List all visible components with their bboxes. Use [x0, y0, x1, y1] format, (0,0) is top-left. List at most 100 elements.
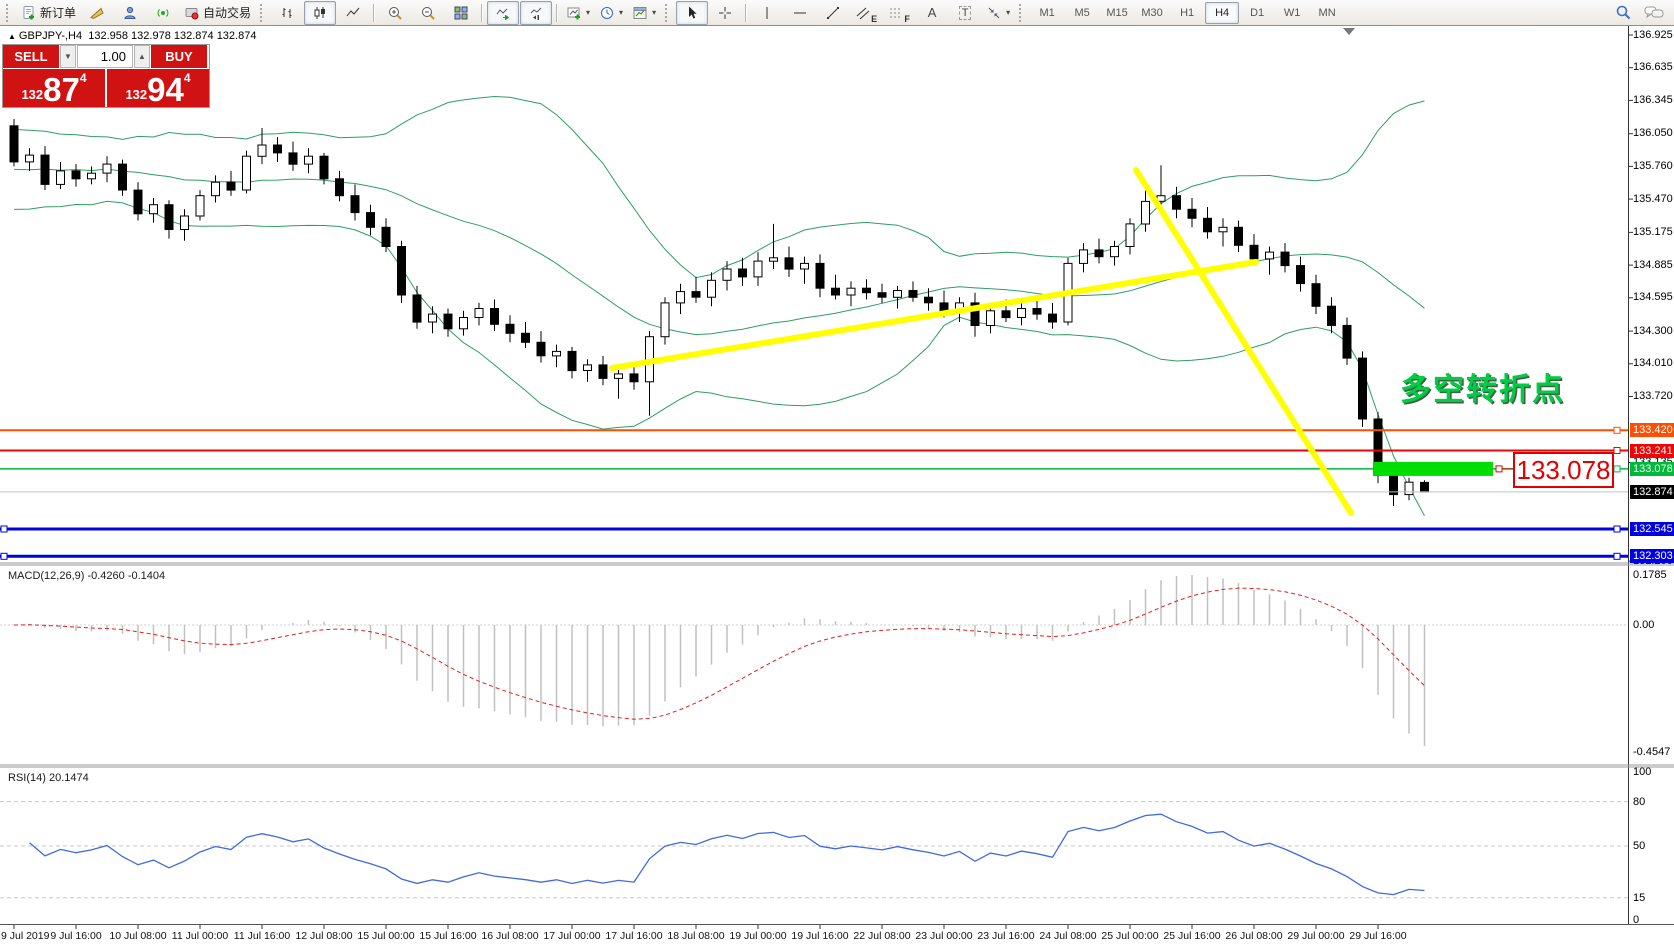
rsi-axis-label: 100	[1633, 766, 1651, 778]
chart-shift-icon	[528, 5, 544, 21]
search-icon[interactable]	[1615, 4, 1632, 21]
text-tool-letter: A	[928, 5, 937, 20]
toolbar-grip[interactable]	[1019, 4, 1025, 22]
price-tick-label: 134.595	[1633, 291, 1673, 303]
price-tick-label: 136.345	[1633, 94, 1673, 106]
sell-price[interactable]: 132874	[3, 69, 105, 107]
main-toolbar: 新订单 自动交易 ▾ ▾	[0, 0, 1674, 26]
profile-button[interactable]	[114, 1, 146, 25]
templates-button[interactable]: ▾	[628, 1, 660, 25]
price-level-badge: 133.420	[1630, 423, 1674, 437]
collapse-icon[interactable]: ▲	[8, 32, 16, 41]
text-label-button[interactable]: T	[949, 1, 981, 25]
chevron-down-icon: ▾	[652, 8, 656, 17]
arrows-button[interactable]: ▾	[982, 1, 1014, 25]
volume-decrease-button[interactable]: ▼	[60, 45, 76, 68]
auto-trading-icon	[184, 5, 200, 21]
line-chart-button[interactable]	[337, 1, 369, 25]
date-label: 29 Jul 16:00	[1338, 930, 1418, 942]
timeframe-button-h4[interactable]: H4	[1205, 2, 1239, 24]
candlestick-icon	[312, 5, 328, 21]
templates-icon	[632, 5, 648, 21]
buy-price[interactable]: 132944	[107, 69, 209, 107]
toolbar-separator	[745, 4, 747, 22]
symbol-title: GBPJPY-,H4	[19, 30, 82, 42]
zoom-in-icon	[387, 5, 403, 21]
channel-letter: E	[871, 14, 877, 24]
chart-shift-button[interactable]	[520, 1, 552, 25]
text-button[interactable]: A	[916, 1, 948, 25]
tile-windows-button[interactable]	[445, 1, 477, 25]
timeframe-button-m30[interactable]: M30	[1135, 2, 1169, 24]
vertical-line-icon	[760, 5, 774, 21]
timeframe-button-w1[interactable]: W1	[1275, 2, 1309, 24]
horizontal-line-button[interactable]	[784, 1, 816, 25]
zoom-out-icon	[420, 5, 436, 21]
new-order-icon	[21, 5, 37, 21]
buy-button[interactable]: BUY	[151, 45, 207, 68]
channel-icon	[855, 5, 871, 21]
toolbar-grip[interactable]	[665, 4, 671, 22]
buy-price-prefix: 132	[125, 87, 147, 102]
chat-icon[interactable]	[1644, 5, 1664, 21]
timeframe-button-m15[interactable]: M15	[1100, 2, 1134, 24]
macd-axis-label: 0.00	[1633, 619, 1654, 631]
signals-button[interactable]	[147, 1, 179, 25]
price-tick-label: 136.635	[1633, 61, 1673, 73]
cursor-button[interactable]	[676, 1, 708, 25]
macd-axis-label: -0.4547	[1633, 746, 1670, 758]
toolbar-grip[interactable]	[260, 4, 266, 22]
tile-windows-icon	[453, 5, 469, 21]
fibonacci-button[interactable]: F	[883, 1, 915, 25]
auto-trading-label: 自动交易	[203, 4, 251, 21]
price-tick-label: 136.925	[1633, 29, 1673, 41]
auto-scroll-button[interactable]	[487, 1, 519, 25]
clock-icon	[599, 5, 615, 21]
bar-chart-icon	[279, 5, 295, 21]
sell-price-prefix: 132	[21, 87, 43, 102]
trendline-button[interactable]	[817, 1, 849, 25]
chevron-down-icon: ▾	[586, 8, 590, 17]
profile-icon	[122, 5, 138, 21]
new-order-label: 新订单	[40, 4, 76, 21]
toolbar-grip[interactable]	[6, 4, 12, 22]
zoom-out-button[interactable]	[412, 1, 444, 25]
timeframe-button-h1[interactable]: H1	[1170, 2, 1204, 24]
rsi-axis-label: 80	[1633, 796, 1645, 808]
timeframe-button-m1[interactable]: M1	[1030, 2, 1064, 24]
toolbar-separator	[481, 4, 483, 22]
price-level-badge: 132.545	[1630, 522, 1674, 536]
toolbar-separator	[373, 4, 375, 22]
price-tick-label: 136.050	[1633, 127, 1673, 139]
timeframe-button-d1[interactable]: D1	[1240, 2, 1274, 24]
timeframe-button-mn[interactable]: MN	[1310, 2, 1344, 24]
signals-icon	[155, 5, 171, 21]
application-window: { "toolbar": { "new_order_label": "新订单",…	[0, 0, 1674, 947]
price-tick-label: 133.720	[1633, 390, 1673, 402]
zoom-in-button[interactable]	[379, 1, 411, 25]
sell-button[interactable]: SELL	[3, 45, 59, 68]
price-tick-label: 134.010	[1633, 357, 1673, 369]
crosshair-icon	[717, 5, 733, 21]
timeframe-button-m5[interactable]: M5	[1065, 2, 1099, 24]
auto-trading-button[interactable]: 自动交易	[180, 1, 255, 25]
bar-chart-button[interactable]	[271, 1, 303, 25]
candlestick-button[interactable]	[304, 1, 336, 25]
metaeditor-button[interactable]	[81, 1, 113, 25]
cursor-arrow-icon	[684, 5, 700, 21]
rsi-axis-label: 15	[1633, 892, 1645, 904]
volume-increase-button[interactable]: ▲	[134, 45, 150, 68]
crosshair-button[interactable]	[709, 1, 741, 25]
vertical-line-button[interactable]	[751, 1, 783, 25]
periods-clock-button[interactable]: ▾	[595, 1, 627, 25]
chart-canvas[interactable]	[0, 0, 1674, 947]
price-callout-label: 133.078	[1513, 452, 1614, 488]
price-level-badge: 132.303	[1630, 549, 1674, 563]
chevron-down-icon: ▾	[1006, 8, 1010, 17]
fibonacci-letter: F	[904, 14, 910, 24]
price-tick-label: 134.885	[1633, 259, 1673, 271]
volume-field[interactable]: 1.00	[77, 45, 133, 68]
equidistant-channel-button[interactable]: E	[850, 1, 882, 25]
new-order-button[interactable]: 新订单	[17, 1, 80, 25]
new-chart-button[interactable]: ▾	[562, 1, 594, 25]
